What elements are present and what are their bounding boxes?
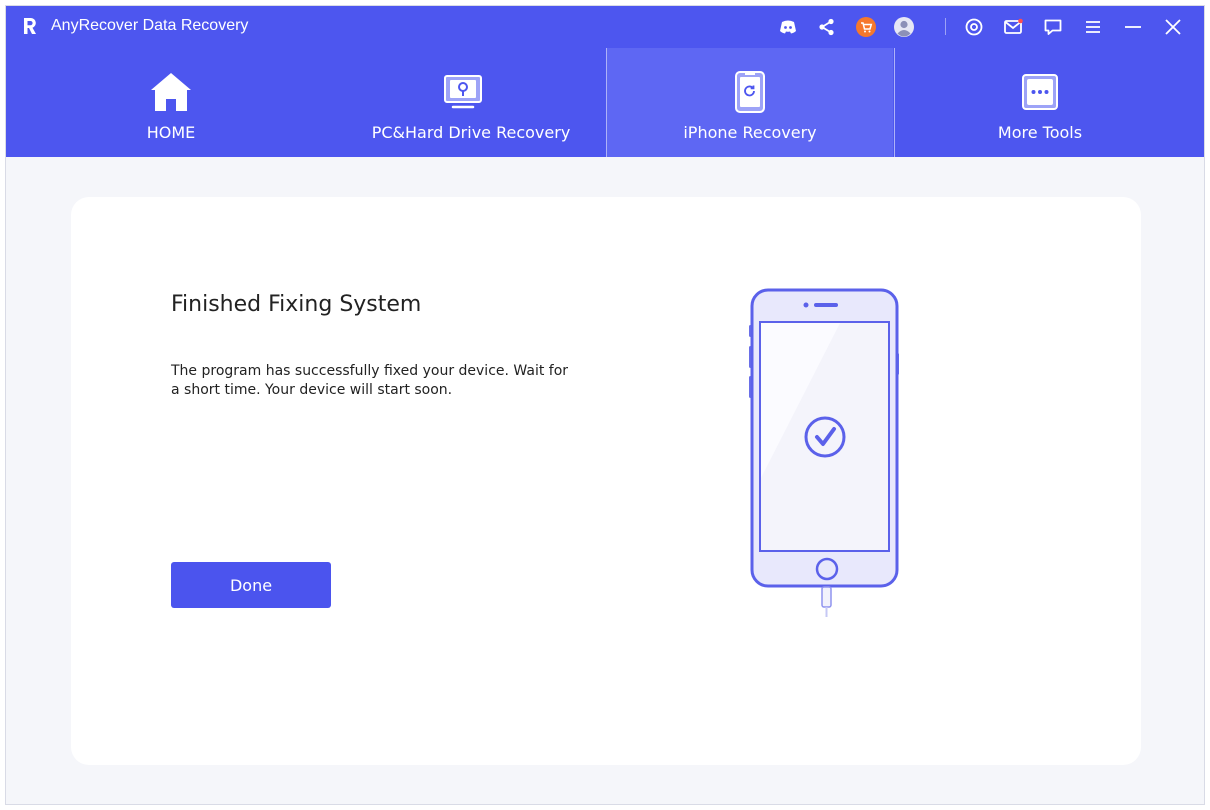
iphone-success-illustration [749, 288, 899, 617]
menu-icon[interactable] [1082, 16, 1104, 38]
tab-more-tools[interactable]: More Tools [895, 48, 1185, 157]
page-title: Finished Fixing System [171, 292, 422, 317]
home-icon [151, 73, 191, 111]
user-icon[interactable] [893, 16, 915, 38]
close-icon[interactable] [1162, 16, 1184, 38]
tab-iphone-recovery-label: iPhone Recovery [683, 123, 817, 142]
feedback-icon[interactable] [1042, 16, 1064, 38]
titlebar-separator [945, 18, 946, 35]
settings-icon[interactable] [963, 16, 985, 38]
status-description: The program has successfully fixed your … [171, 363, 569, 398]
tab-iphone-recovery[interactable]: iPhone Recovery [607, 48, 893, 157]
discord-icon[interactable] [777, 16, 799, 38]
app-window: AnyRecover Data Recovery HOME PC&Hard Dr… [5, 5, 1205, 805]
more-tools-icon [1022, 74, 1058, 110]
app-logo-icon [24, 18, 36, 34]
hard-drive-icon [444, 75, 482, 109]
content-card: Finished Fixing System The program has s… [71, 197, 1141, 765]
iphone-icon [735, 71, 765, 113]
tab-more-tools-label: More Tools [997, 123, 1083, 142]
header: AnyRecover Data Recovery HOME PC&Hard Dr… [6, 6, 1204, 157]
cart-icon[interactable] [855, 16, 877, 38]
share-icon[interactable] [816, 16, 838, 38]
tab-pc-hard-drive-recovery[interactable]: PC&Hard Drive Recovery [336, 48, 606, 157]
tab-pc-hard-drive-recovery-label: PC&Hard Drive Recovery [371, 123, 571, 142]
minimize-icon[interactable] [1122, 16, 1144, 38]
tab-home[interactable]: HOME [6, 48, 336, 157]
app-title: AnyRecover Data Recovery [51, 17, 249, 34]
main-nav-tabs: HOME PC&Hard Drive Recovery iPhone Recov… [6, 48, 1204, 157]
tab-home-label: HOME [146, 123, 196, 142]
done-button[interactable]: Done [171, 562, 331, 608]
title-bar: AnyRecover Data Recovery [6, 6, 1204, 48]
mail-icon[interactable] [1002, 16, 1024, 38]
